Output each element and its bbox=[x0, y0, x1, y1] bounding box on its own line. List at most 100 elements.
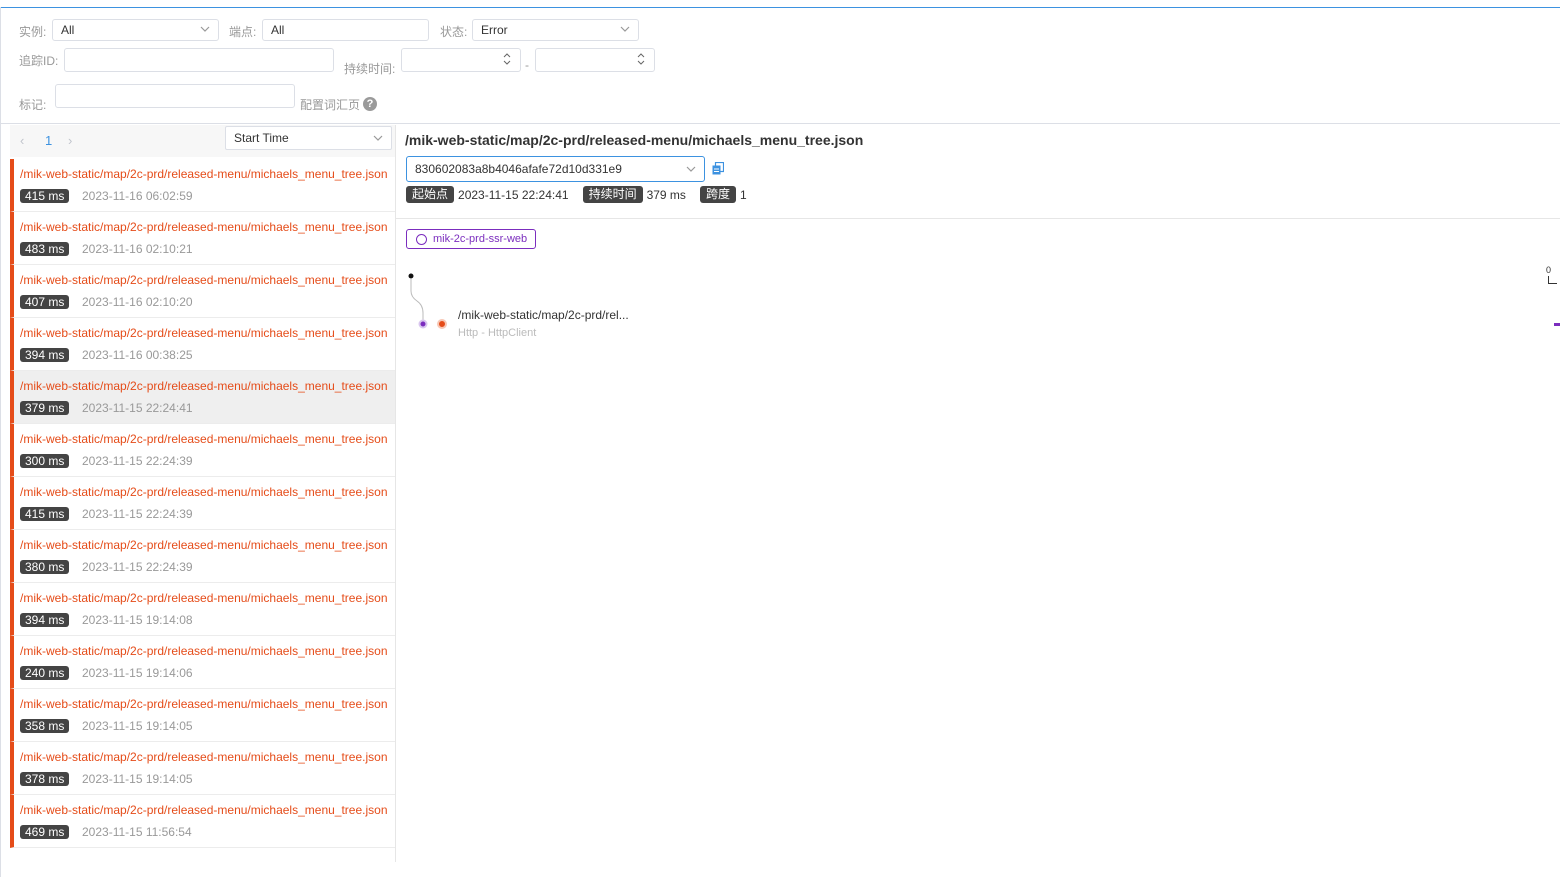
trace-id-label: 追踪ID: bbox=[19, 54, 59, 68]
duration-min-input[interactable] bbox=[401, 48, 521, 72]
start-value: 2023-11-15 22:24:41 bbox=[458, 187, 569, 202]
span-node[interactable] bbox=[418, 319, 428, 329]
endpoint-input[interactable] bbox=[262, 19, 429, 41]
trace-list-item[interactable]: /mik-web-static/map/2c-prd/released-menu… bbox=[10, 530, 395, 583]
span-timeline-bar[interactable] bbox=[1554, 323, 1560, 326]
trace-endpoint: /mik-web-static/map/2c-prd/released-menu… bbox=[20, 273, 388, 287]
tags-label: 标记: bbox=[19, 98, 47, 112]
duration-badge: 378 ms bbox=[20, 772, 70, 786]
trace-list: /mik-web-static/map/2c-prd/released-menu… bbox=[10, 159, 395, 848]
trace-list-item[interactable]: /mik-web-static/map/2c-prd/released-menu… bbox=[10, 265, 395, 318]
trace-start-time: 2023-11-16 06:02:59 bbox=[82, 189, 193, 203]
trace-start-time: 2023-11-15 22:24:39 bbox=[82, 560, 193, 574]
filter-bar: 实例: All 端点: 状态: Error 追踪ID: 持续时间: - 标记: … bbox=[0, 8, 1560, 123]
duration-max-input[interactable] bbox=[535, 48, 655, 72]
status-label: 状态: bbox=[440, 25, 468, 39]
trace-endpoint: /mik-web-static/map/2c-prd/released-menu… bbox=[20, 644, 388, 658]
prev-page-button[interactable]: ‹ bbox=[20, 133, 24, 148]
trace-start-time: 2023-11-15 22:24:39 bbox=[82, 454, 193, 468]
instance-select[interactable]: All bbox=[52, 19, 219, 41]
duration-badge: 379 ms bbox=[20, 401, 70, 415]
chevron-down-icon bbox=[686, 166, 696, 172]
copy-icon[interactable] bbox=[712, 162, 724, 175]
instance-label: 实例: bbox=[19, 25, 47, 39]
trace-endpoint: /mik-web-static/map/2c-prd/released-menu… bbox=[20, 538, 388, 552]
left-border bbox=[0, 7, 1, 877]
duration-badge: 469 ms bbox=[20, 825, 70, 839]
trace-endpoint: /mik-web-static/map/2c-prd/released-menu… bbox=[20, 750, 388, 764]
timeline-scale-zero: 0 bbox=[1546, 265, 1552, 275]
trace-title: /mik-web-static/map/2c-prd/released-menu… bbox=[405, 132, 864, 148]
filter-divider bbox=[0, 123, 1560, 124]
duration-badge: 483 ms bbox=[20, 242, 70, 256]
tags-input[interactable] bbox=[55, 84, 295, 108]
trace-endpoint: /mik-web-static/map/2c-prd/released-menu… bbox=[20, 697, 388, 711]
duration-badge: 407 ms bbox=[20, 295, 70, 309]
span-component: Http - HttpClient bbox=[458, 327, 537, 339]
vocab-link[interactable]: 配置词汇页 bbox=[300, 96, 360, 113]
trace-endpoint: /mik-web-static/map/2c-prd/released-menu… bbox=[20, 591, 388, 605]
error-marker-icon bbox=[437, 319, 447, 329]
ring-icon bbox=[416, 234, 427, 245]
endpoint-label: 端点: bbox=[229, 25, 257, 39]
trace-id-select[interactable]: 830602083a8b4046afafe72d10d331e9 bbox=[406, 156, 705, 182]
trace-list-item[interactable]: /mik-web-static/map/2c-prd/released-menu… bbox=[10, 159, 395, 212]
trace-endpoint: /mik-web-static/map/2c-prd/released-menu… bbox=[20, 379, 388, 393]
duration-badge: 300 ms bbox=[20, 454, 70, 468]
start-tag: 起始点 bbox=[406, 186, 455, 203]
sort-select[interactable]: Start Time bbox=[225, 126, 392, 150]
trace-start-time: 2023-11-16 02:10:21 bbox=[82, 242, 193, 256]
duration-badge: 394 ms bbox=[20, 613, 70, 627]
root-node bbox=[408, 273, 414, 279]
duration-badge: 394 ms bbox=[20, 348, 70, 362]
spinner-arrows-icon[interactable] bbox=[637, 52, 645, 66]
trace-id-input[interactable] bbox=[64, 48, 334, 72]
pagination-bar: ‹ 1 › Start Time bbox=[10, 125, 395, 157]
trace-start-time: 2023-11-16 02:10:20 bbox=[82, 295, 193, 309]
duration-badge: 380 ms bbox=[20, 560, 70, 574]
duration-tag: 持续时间 bbox=[582, 186, 643, 203]
span-name[interactable]: /mik-web-static/map/2c-prd/rel... bbox=[458, 308, 629, 322]
service-name: mik-2c-prd-ssr-web bbox=[433, 233, 528, 245]
service-tag[interactable]: mik-2c-prd-ssr-web bbox=[406, 229, 537, 249]
duration-badge: 415 ms bbox=[20, 507, 70, 521]
duration-badge: 415 ms bbox=[20, 189, 70, 203]
trace-endpoint: /mik-web-static/map/2c-prd/released-menu… bbox=[20, 432, 388, 446]
trace-endpoint: /mik-web-static/map/2c-prd/released-menu… bbox=[20, 803, 388, 817]
trace-list-item[interactable]: /mik-web-static/map/2c-prd/released-menu… bbox=[10, 424, 395, 477]
trace-start-time: 2023-11-15 22:24:41 bbox=[82, 401, 193, 415]
trace-start-time: 2023-11-15 22:24:39 bbox=[82, 507, 193, 521]
help-icon[interactable]: ? bbox=[363, 97, 377, 111]
trace-list-item[interactable]: /mik-web-static/map/2c-prd/released-menu… bbox=[10, 371, 395, 424]
trace-start-time: 2023-11-15 19:14:08 bbox=[82, 613, 193, 627]
trace-start-time: 2023-11-15 19:14:05 bbox=[82, 719, 193, 733]
span-tag: 跨度 bbox=[699, 186, 736, 203]
trace-list-item[interactable]: /mik-web-static/map/2c-prd/released-menu… bbox=[10, 742, 395, 795]
duration-value: 379 ms bbox=[646, 187, 686, 202]
trace-endpoint: /mik-web-static/map/2c-prd/released-menu… bbox=[20, 485, 388, 499]
spinner-arrows-icon[interactable] bbox=[503, 52, 511, 66]
trace-list-item[interactable]: /mik-web-static/map/2c-prd/released-menu… bbox=[10, 689, 395, 742]
trace-list-item[interactable]: /mik-web-static/map/2c-prd/released-menu… bbox=[10, 477, 395, 530]
trace-endpoint: /mik-web-static/map/2c-prd/released-menu… bbox=[20, 220, 388, 234]
trace-list-item[interactable]: /mik-web-static/map/2c-prd/released-menu… bbox=[10, 636, 395, 689]
status-select[interactable]: Error bbox=[472, 19, 639, 41]
chevron-down-icon bbox=[373, 135, 383, 141]
trace-list-item[interactable]: /mik-web-static/map/2c-prd/released-menu… bbox=[10, 795, 395, 848]
trace-start-time: 2023-11-15 11:56:54 bbox=[82, 825, 192, 839]
trace-start-time: 2023-11-16 00:38:25 bbox=[82, 348, 193, 362]
trace-endpoint: /mik-web-static/map/2c-prd/released-menu… bbox=[20, 167, 388, 181]
trace-list-panel: ‹ 1 › Start Time /mik-web-static/map/2c-… bbox=[10, 125, 396, 862]
trace-start-time: 2023-11-15 19:14:05 bbox=[82, 772, 193, 786]
sort-select-value: Start Time bbox=[234, 131, 289, 145]
current-page[interactable]: 1 bbox=[45, 133, 52, 148]
trace-list-item[interactable]: /mik-web-static/map/2c-prd/released-menu… bbox=[10, 212, 395, 265]
trace-list-item[interactable]: /mik-web-static/map/2c-prd/released-menu… bbox=[10, 318, 395, 371]
detail-divider bbox=[396, 218, 1560, 219]
trace-list-item[interactable]: /mik-web-static/map/2c-prd/released-menu… bbox=[10, 583, 395, 636]
duration-separator: - bbox=[525, 58, 529, 72]
duration-badge: 240 ms bbox=[20, 666, 70, 680]
next-page-button[interactable]: › bbox=[68, 133, 72, 148]
instance-select-value: All bbox=[61, 23, 75, 37]
trace-detail: /mik-web-static/map/2c-prd/released-menu… bbox=[396, 125, 1560, 865]
